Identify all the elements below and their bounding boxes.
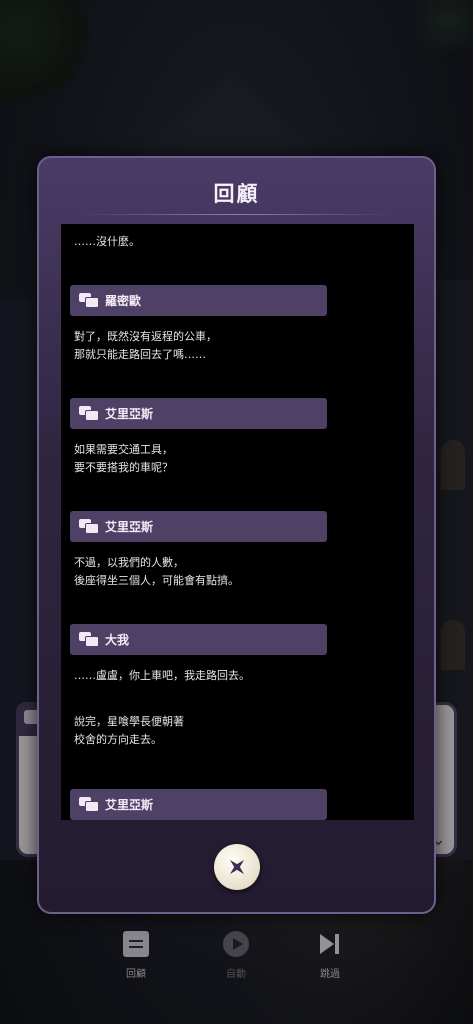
review-modal: 回顧 ……沒什麼。羅密歐對了，既然沒有返程的公車， 那就只能走路回去了嗎…… 艾里亞… xyxy=(37,156,436,914)
close-star-icon xyxy=(229,859,245,875)
backlog-list: ……沒什麼。 羅密歐 對了，既然沒有返程的公車， 那就只能走路回去了嗎…… 艾里亞斯 如果… xyxy=(61,224,414,820)
dialogue-line: 如果需要交通工具， xyxy=(74,443,173,456)
chat-bubbles-icon xyxy=(79,797,99,812)
modal-title: 回顧 xyxy=(213,182,260,206)
chat-bubbles-icon xyxy=(79,632,99,647)
log-entry: ……沒什麼。 xyxy=(61,224,414,251)
dialogue-line: 要不要搭我的車呢？ xyxy=(74,461,173,474)
speaker-bar: 艾里亞斯 xyxy=(70,511,327,542)
log-entry: 羅密歐對了，既然沒有返程的公車， 那就只能走路回去了嗎…… xyxy=(61,285,414,364)
dialogue-line: 後座得坐三個人，可能會有點擠。 xyxy=(74,574,239,587)
dialogue-line: 不過，以我們的人數， xyxy=(74,556,184,569)
speaker-name: 羅密歐 xyxy=(105,294,142,308)
speaker-bar: 羅密歐 xyxy=(70,285,327,316)
speaker-name: 艾里亞斯 xyxy=(105,520,154,534)
dialogue-line: 對了，既然沒有返程的公車， xyxy=(74,330,217,343)
dialogue-line: 說完，星喰學長便朝著 xyxy=(74,715,184,728)
speaker-bar: 艾里亞斯 xyxy=(70,789,327,820)
speaker-name: 艾里亞斯 xyxy=(105,798,154,812)
dialogue-line: ……盧盧，你上車吧，我走路回去。 xyxy=(74,669,250,682)
log-entry: 艾里亞斯不過，以我們的人數， 後座得坐三個人，可能會有點擠。 xyxy=(61,511,414,590)
chat-bubbles-icon xyxy=(79,406,99,421)
log-entry: 大我 ……盧盧，你上車吧，我走路回去。 xyxy=(61,624,414,685)
log-entry: 艾里亞斯如果需要交通工具， 要不要搭我的車呢？ xyxy=(61,398,414,477)
close-button[interactable] xyxy=(214,844,260,890)
backlog-panel[interactable]: ……沒什麼。 羅密歐 對了，既然沒有返程的公車， 那就只能走路回去了嗎…… 艾里亞斯 如果… xyxy=(61,224,414,820)
dialogue-line: 那就只能走路回去了嗎…… xyxy=(74,348,206,361)
log-entry: 艾里亞斯那還真可惜，我好久沒和大我同學閒聊了。 xyxy=(61,789,414,820)
title-divider xyxy=(79,214,394,215)
log-entry: 說完，星喰學長便朝著 校舍的方向走去。 xyxy=(61,713,414,749)
speaker-name: 艾里亞斯 xyxy=(105,407,154,421)
chat-bubbles-icon xyxy=(79,519,99,534)
speaker-name: 大我 xyxy=(105,633,130,647)
speaker-bar: 艾里亞斯 xyxy=(70,398,327,429)
chat-bubbles-icon xyxy=(79,293,99,308)
dialogue-line: ……沒什麼。 xyxy=(74,235,140,248)
speaker-bar: 大我 xyxy=(70,624,327,655)
dialogue-line: 校舍的方向走去。 xyxy=(74,733,162,746)
